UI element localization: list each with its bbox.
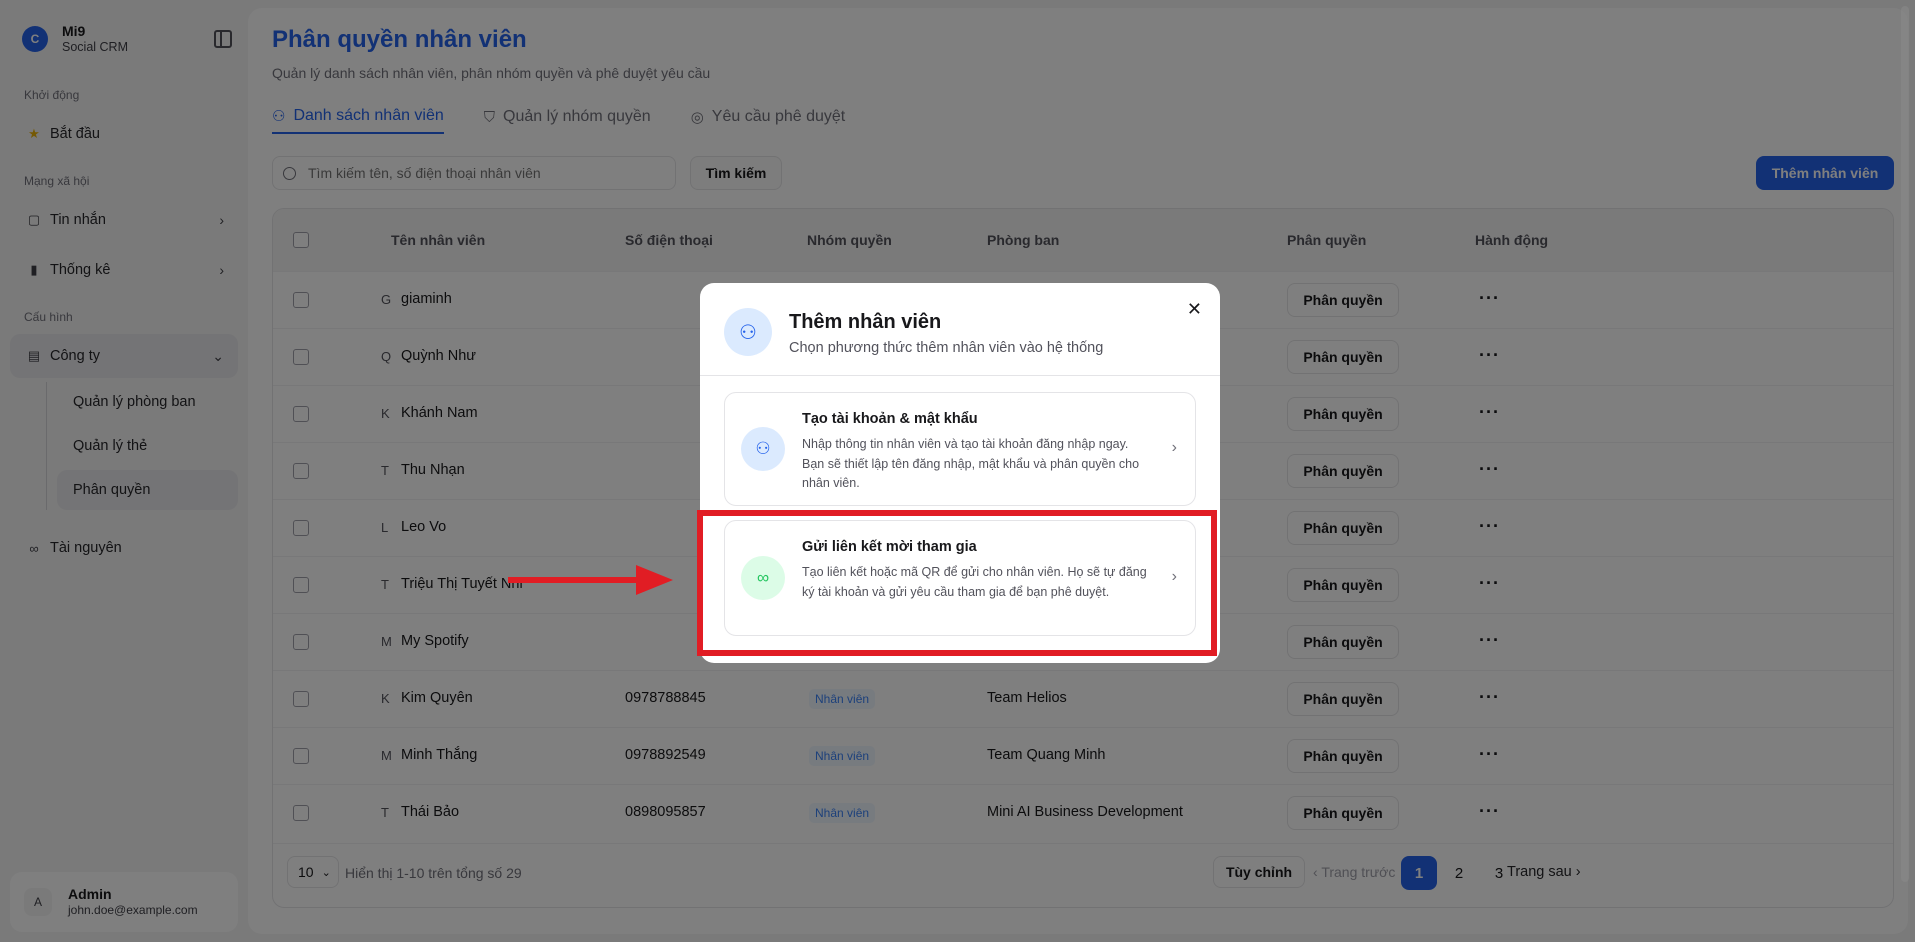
chevron-right-icon: › <box>1171 439 1177 456</box>
dialog-subtitle: Chọn phương thức thêm nhân viên vào hệ t… <box>789 340 1104 356</box>
arrow-annotation <box>508 565 673 595</box>
close-icon[interactable]: ✕ <box>1187 299 1202 320</box>
dialog-title: Thêm nhân viên <box>789 311 942 333</box>
scrollbar[interactable] <box>1901 6 1909 882</box>
divider <box>700 375 1220 376</box>
user-plus-icon: ⚇ <box>724 308 772 356</box>
option-description: Nhập thông tin nhân viên và tạo tài khoả… <box>802 437 1140 490</box>
user-gear-icon: ⚇ <box>741 427 785 471</box>
option-create-account[interactable]: ⚇ Tạo tài khoản & mật khẩu Nhập thông ti… <box>724 392 1196 506</box>
highlight-box <box>697 510 1217 656</box>
option-title: Tạo tài khoản & mật khẩu <box>802 411 978 427</box>
